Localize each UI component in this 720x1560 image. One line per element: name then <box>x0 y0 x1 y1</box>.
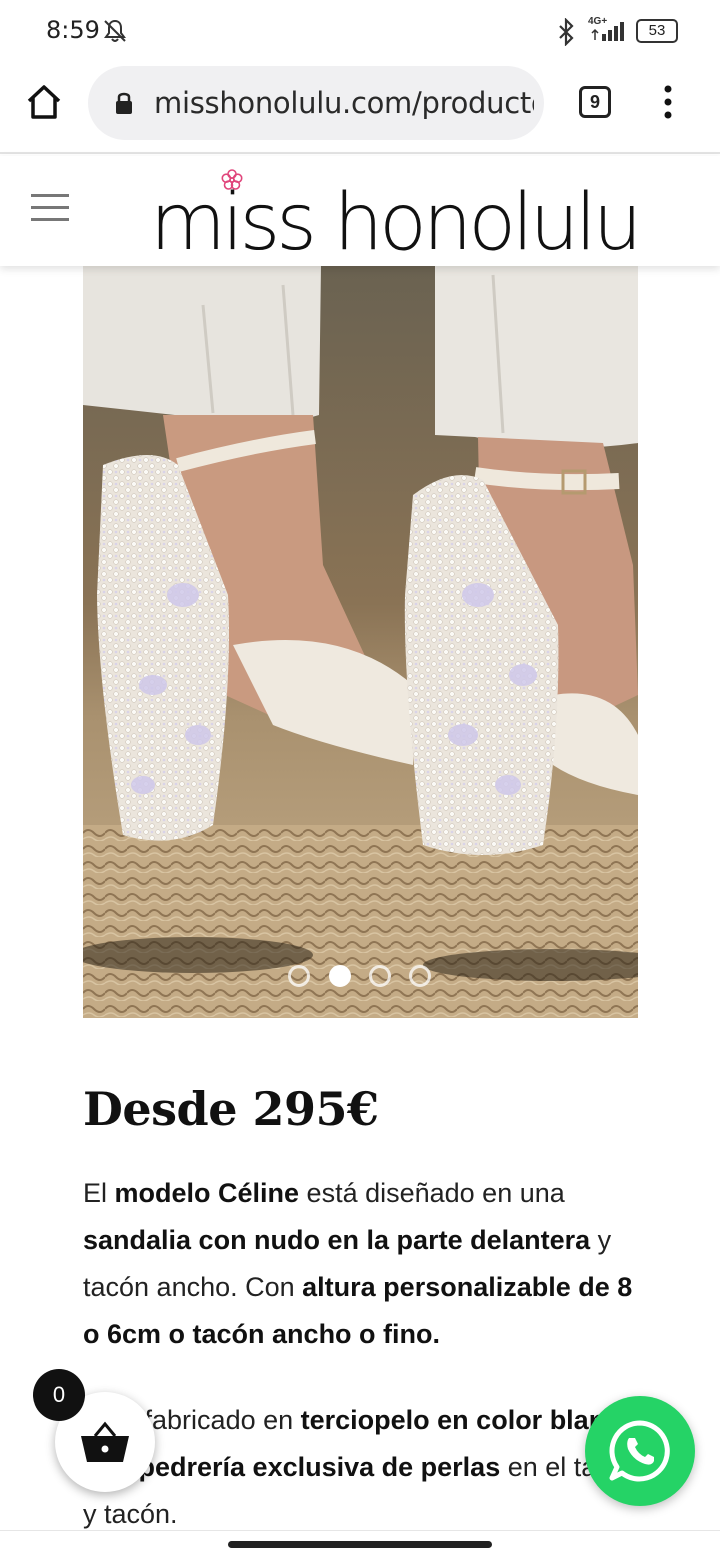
carousel-dot-3[interactable] <box>369 965 391 987</box>
site-header: miss honolulu <box>0 156 720 268</box>
carousel-dots <box>83 965 638 989</box>
site-logo[interactable]: miss honolulu <box>150 169 642 268</box>
product-description-materials: Está fabricado en terciopelo en color bl… <box>83 1397 653 1538</box>
gesture-handle[interactable] <box>228 1541 492 1548</box>
product-photo <box>83 265 638 1018</box>
signal-icon <box>591 22 624 41</box>
lock-icon[interactable] <box>114 90 134 116</box>
system-nav-bar <box>0 1530 720 1560</box>
basket-icon <box>81 1421 129 1462</box>
url-text[interactable]: misshonolulu.com/producto- <box>154 86 534 120</box>
desc-text: está diseñado en una <box>299 1178 565 1208</box>
desc-bold: sandalia con nudo en la parte delantera <box>83 1225 591 1255</box>
product-price: Desde 295€ <box>83 1082 379 1136</box>
status-bar: 8:59 4G+ 53 <box>0 0 720 62</box>
mute-notifications-icon <box>104 19 126 42</box>
product-image[interactable] <box>83 265 638 1018</box>
desc-text: El <box>83 1178 115 1208</box>
whatsapp-button[interactable] <box>585 1396 695 1506</box>
desc-bold: modelo Céline <box>114 1178 300 1208</box>
home-icon[interactable] <box>24 82 64 122</box>
address-bar[interactable]: misshonolulu.com/producto- <box>88 66 544 140</box>
tabs-button[interactable]: 9 <box>579 86 611 118</box>
flower-icon <box>221 169 243 190</box>
status-time: 8:59 <box>46 16 100 44</box>
carousel-dot-1[interactable] <box>288 965 310 987</box>
product-description: El modelo Céline está diseñado en una sa… <box>83 1170 653 1358</box>
overflow-menu-icon[interactable] <box>660 84 676 120</box>
bluetooth-icon <box>559 18 574 46</box>
hamburger-menu-icon[interactable] <box>31 194 69 222</box>
carousel-dot-2[interactable] <box>329 965 351 987</box>
carousel-dot-4[interactable] <box>409 965 431 987</box>
browser-toolbar: misshonolulu.com/producto- 9 <box>0 62 720 154</box>
cart-count-badge: 0 <box>33 1369 85 1421</box>
whatsapp-icon <box>609 1420 670 1482</box>
battery-icon: 53 <box>636 19 678 43</box>
